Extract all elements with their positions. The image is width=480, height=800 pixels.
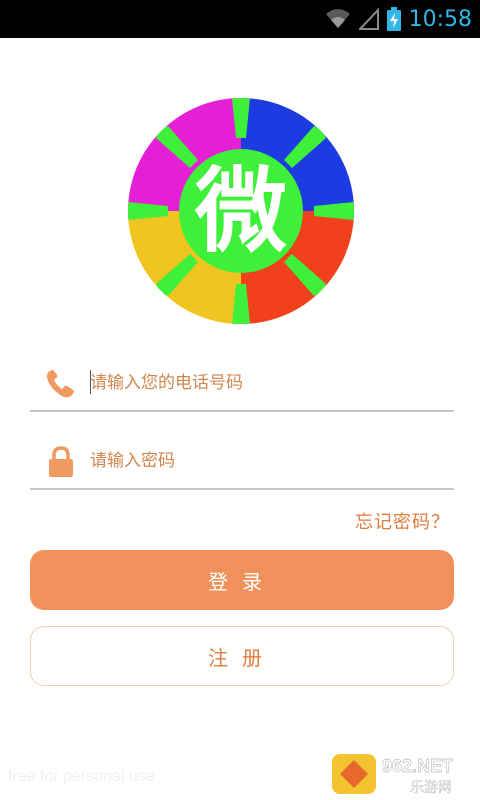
watermark-site-label: 乐游网 (410, 780, 452, 796)
site-watermark-logo: 962.NET 乐游网 (332, 754, 453, 796)
wifi-icon (325, 9, 350, 28)
app-logo: 微 (128, 98, 354, 324)
logo-character: 微 (194, 158, 287, 265)
status-icons: 10:58 (325, 0, 472, 38)
status-time: 10:58 (408, 6, 472, 32)
register-button[interactable]: 注册 (30, 626, 454, 686)
watermark-site-name: 962.NET (382, 756, 453, 776)
password-input[interactable] (90, 444, 440, 478)
battery-charging-icon (386, 7, 401, 31)
password-field[interactable] (30, 430, 454, 490)
phone-icon (47, 370, 74, 398)
forgot-password-link[interactable]: 忘记密码？ (355, 508, 450, 534)
phone-field[interactable] (30, 352, 454, 412)
watermark-text: free for personal use (8, 768, 155, 785)
lock-icon (49, 446, 73, 477)
signal-icon (358, 8, 379, 30)
status-bar: 10:58 (0, 0, 480, 38)
login-button[interactable]: 登录 (30, 550, 454, 610)
phone-input[interactable] (90, 366, 440, 400)
